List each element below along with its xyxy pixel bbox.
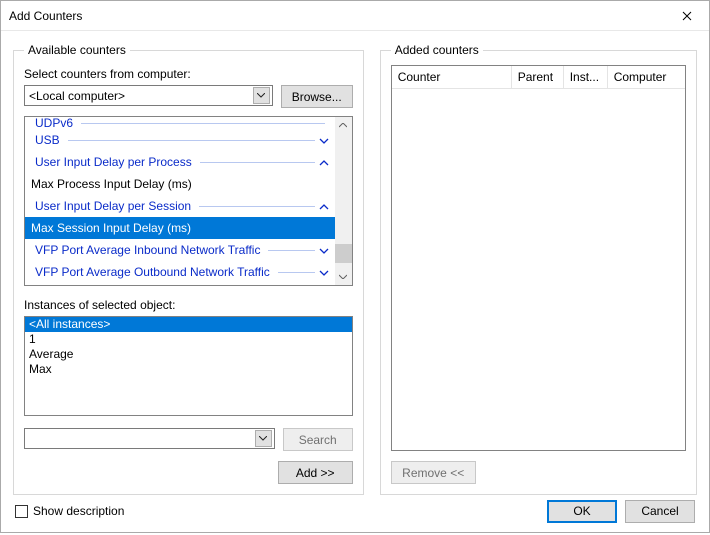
counter-list-scrollbar[interactable] (335, 117, 352, 285)
divider (268, 250, 314, 251)
counter-category-udpv6[interactable]: UDPv6 (25, 117, 335, 129)
chevron-down-icon (339, 274, 347, 279)
chevron-up-icon (319, 199, 329, 213)
chevron-down-icon (259, 436, 267, 441)
left-column: Available counters Select counters from … (13, 43, 364, 495)
added-counters-group: Added counters Counter Parent Inst... Co… (380, 43, 697, 495)
instances-list[interactable]: <All instances> 1 Average Max (24, 316, 353, 416)
counter-label: VFP Port Average Inbound Network Traffic (35, 243, 260, 257)
add-row: Add >> (24, 461, 353, 484)
scroll-thumb[interactable] (335, 244, 352, 263)
col-computer[interactable]: Computer (608, 66, 685, 88)
added-counters-table[interactable]: Counter Parent Inst... Computer (391, 65, 686, 451)
counter-list-container: UDPv6 USB User Input Delay per Process (24, 116, 353, 286)
computer-combo-value: <Local computer> (29, 89, 253, 103)
counter-label: UDPv6 (35, 117, 73, 130)
close-icon (682, 11, 692, 21)
titlebar: Add Counters (1, 1, 709, 31)
browse-button[interactable]: Browse... (281, 85, 353, 108)
chevron-up-icon (339, 123, 347, 128)
counter-label: VFP Port Average Outbound Network Traffi… (35, 265, 270, 279)
chevron-down-icon (257, 93, 265, 98)
counter-category-vfp-outbound[interactable]: VFP Port Average Outbound Network Traffi… (25, 261, 335, 283)
right-column: Added counters Counter Parent Inst... Co… (380, 43, 697, 495)
cancel-button[interactable]: Cancel (625, 500, 695, 523)
ok-button[interactable]: OK (547, 500, 617, 523)
chevron-up-icon (319, 155, 329, 169)
computer-combo-button[interactable] (253, 87, 270, 104)
search-row: Search (24, 428, 353, 451)
available-counters-group: Available counters Select counters from … (13, 43, 364, 495)
instances-label: Instances of selected object: (24, 298, 353, 312)
counter-label: User Input Delay per Session (35, 199, 191, 213)
computer-combo[interactable]: <Local computer> (24, 85, 273, 106)
divider (200, 162, 315, 163)
col-inst[interactable]: Inst... (564, 66, 608, 88)
computer-row: <Local computer> Browse... (24, 85, 353, 108)
dialog-buttons: OK Cancel (547, 500, 695, 523)
search-button[interactable]: Search (283, 428, 353, 451)
remove-button[interactable]: Remove << (391, 461, 476, 484)
counter-list[interactable]: UDPv6 USB User Input Delay per Process (25, 117, 335, 285)
divider (278, 272, 315, 273)
chevron-down-icon (319, 133, 329, 147)
add-button[interactable]: Add >> (278, 461, 353, 484)
scroll-up-button[interactable] (335, 117, 352, 134)
instance-item-1[interactable]: 1 (25, 332, 352, 347)
counter-category-uid-process[interactable]: User Input Delay per Process (25, 151, 335, 173)
chevron-down-icon (319, 265, 329, 279)
instance-item-max[interactable]: Max (25, 362, 352, 377)
counter-category-uid-session[interactable]: User Input Delay per Session (25, 195, 335, 217)
bottom-row: Show description OK Cancel (13, 495, 697, 529)
computer-label: Select counters from computer: (24, 67, 353, 81)
dialog-body: Available counters Select counters from … (1, 31, 709, 535)
checkbox-icon (15, 505, 28, 518)
instance-item-all[interactable]: <All instances> (25, 317, 352, 332)
col-counter[interactable]: Counter (392, 66, 512, 88)
show-description-label: Show description (33, 504, 124, 518)
divider (81, 123, 325, 124)
counter-label: User Input Delay per Process (35, 155, 192, 169)
counter-category-vfp-inbound[interactable]: VFP Port Average Inbound Network Traffic (25, 239, 335, 261)
remove-row: Remove << (391, 461, 686, 484)
available-counters-legend: Available counters (24, 43, 130, 57)
counter-item-max-process-delay[interactable]: Max Process Input Delay (ms) (25, 173, 335, 195)
counter-item-max-session-delay[interactable]: Max Session Input Delay (ms) (25, 217, 335, 239)
instance-item-average[interactable]: Average (25, 347, 352, 362)
table-header: Counter Parent Inst... Computer (392, 66, 685, 89)
counter-label: Max Session Input Delay (ms) (31, 221, 329, 235)
columns: Available counters Select counters from … (13, 43, 697, 495)
chevron-down-icon (319, 243, 329, 257)
search-combo[interactable] (24, 428, 275, 449)
col-parent[interactable]: Parent (512, 66, 564, 88)
counter-category-usb[interactable]: USB (25, 129, 335, 151)
search-combo-button[interactable] (255, 430, 272, 447)
divider (199, 206, 315, 207)
counter-label: USB (35, 133, 60, 147)
scroll-track[interactable] (335, 134, 352, 268)
add-counters-dialog: Add Counters Available counters Select c… (0, 0, 710, 533)
counter-label: Max Process Input Delay (ms) (31, 177, 329, 191)
window-title: Add Counters (9, 9, 664, 23)
close-button[interactable] (664, 1, 709, 30)
added-counters-legend: Added counters (391, 43, 483, 57)
show-description-checkbox[interactable]: Show description (15, 504, 124, 518)
divider (68, 140, 315, 141)
scroll-down-button[interactable] (335, 268, 352, 285)
